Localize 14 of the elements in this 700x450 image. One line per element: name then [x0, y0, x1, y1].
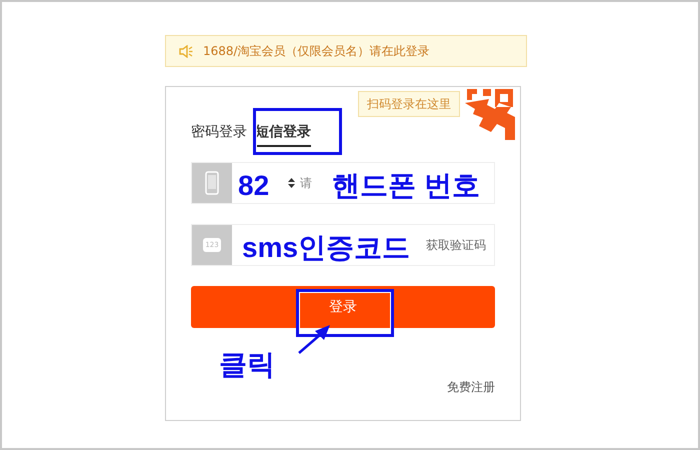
- phone-icon: [205, 171, 219, 195]
- get-code-button[interactable]: 获取验证码: [426, 236, 494, 254]
- notice-text: 1688/淘宝会员（仅限会员名）请在此登录: [203, 42, 430, 60]
- annotation-arrow: [298, 325, 330, 354]
- login-tab[interactable]: 密码登录: [191, 123, 247, 147]
- register-link[interactable]: 免费注册: [447, 379, 495, 396]
- annotation-label: sms인증코드: [242, 234, 410, 262]
- annotation-label: 클릭: [219, 351, 275, 379]
- qr-tip: 扫码登录在这里: [358, 91, 460, 117]
- annotation-label: 핸드폰 번호: [332, 172, 480, 200]
- speaker-icon: [179, 44, 193, 58]
- annotation-label: 82: [238, 172, 270, 200]
- spinner-icon: [288, 178, 295, 188]
- phone-input[interactable]: 请: [300, 176, 322, 190]
